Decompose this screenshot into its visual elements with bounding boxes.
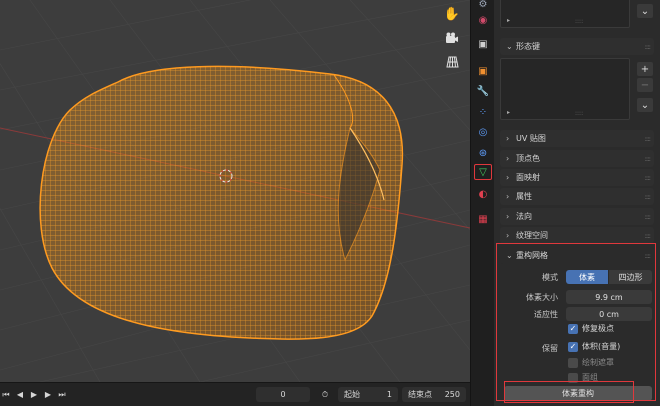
camera-icon[interactable] (442, 28, 462, 48)
step-back-icon[interactable]: ◀ (14, 388, 26, 402)
section-title: 面映射 (516, 173, 540, 182)
remesh-button-highlight-box (504, 381, 634, 403)
end-label: 结束点 (408, 390, 432, 399)
chevron-down-icon[interactable]: ⌄ (637, 98, 653, 112)
section-texture-space[interactable]: › 纹理空间 :::: (500, 227, 654, 244)
chevron-right-icon: › (506, 173, 510, 182)
section-title: UV 贴图 (516, 134, 546, 143)
section-title: 法向 (516, 212, 532, 221)
modifier-wrench-icon[interactable]: 🔧 (474, 83, 492, 99)
drag-handle-icon[interactable]: :::: (645, 193, 652, 201)
scene-tab-icon[interactable]: ◉ (474, 12, 492, 28)
stopwatch-icon[interactable]: ⏱ (318, 388, 332, 402)
start-label: 起始 (344, 390, 360, 399)
section-attributes[interactable]: › 属性 :::: (500, 188, 654, 205)
section-title: 属性 (516, 192, 532, 201)
list-expand-icon[interactable]: ▸ (507, 109, 510, 116)
grid-icon[interactable] (442, 52, 462, 72)
drag-handle-icon[interactable]: :::: (645, 213, 652, 221)
3d-viewport[interactable]: ✋ (0, 0, 470, 382)
mesh-data-tab-icon[interactable]: ▽ (474, 164, 492, 180)
object-tab-icon[interactable]: ▣ (474, 63, 492, 79)
shape-keys-list[interactable]: ▸ :::: (500, 58, 630, 120)
texture-tab-icon[interactable]: ▦ (474, 211, 492, 227)
section-vertex-colors[interactable]: › 顶点色 :::: (500, 150, 654, 167)
viewport-canvas (0, 0, 470, 382)
section-face-maps[interactable]: › 面映射 :::: (500, 169, 654, 186)
wireframe-mesh (39, 65, 404, 340)
end-value: 250 (444, 390, 460, 399)
jump-start-icon[interactable]: ⏮ (0, 388, 12, 402)
chevron-down-icon[interactable]: ⌄ (637, 4, 653, 18)
output-tab-icon[interactable]: ▣ (474, 36, 492, 52)
properties-tab-bar: ⚙ ◉ ▣ ▣ 🔧 ⁘ ◎ ⊛ ▽ ◐ ▦ (470, 0, 494, 406)
list-resize-handle[interactable]: :::: (575, 18, 583, 25)
section-uv-maps[interactable]: › UV 贴图 :::: (500, 130, 654, 147)
section-normals[interactable]: › 法向 :::: (500, 208, 654, 225)
section-title: 纹理空间 (516, 231, 548, 240)
remove-shape-key-button[interactable]: − (637, 78, 653, 92)
drag-handle-icon[interactable]: :::: (645, 232, 652, 240)
chevron-right-icon: › (506, 231, 510, 240)
vertex-groups-list[interactable]: ▸ :::: (500, 0, 630, 28)
add-shape-key-button[interactable]: + (637, 62, 653, 76)
chevron-right-icon: › (506, 212, 510, 221)
material-tab-icon[interactable]: ◐ (474, 186, 492, 202)
current-frame-field[interactable]: 0 (256, 387, 310, 402)
end-frame-field[interactable]: 结束点 250 (402, 387, 466, 402)
start-frame-field[interactable]: 起始 1 (338, 387, 398, 402)
section-title: 顶点色 (516, 154, 540, 163)
jump-end-icon[interactable]: ⏭ (56, 388, 68, 402)
chevron-right-icon: › (506, 192, 510, 201)
viewport-navigation: ✋ (442, 4, 462, 72)
section-title: 形态键 (516, 42, 540, 51)
chevron-down-icon: ⌄ (506, 42, 513, 51)
step-forward-icon[interactable]: ▶ (42, 388, 54, 402)
tool-tab-icon[interactable]: ⚙ (474, 0, 492, 12)
hand-icon[interactable]: ✋ (442, 4, 462, 24)
properties-panel: ▸ :::: ⌄ ⌄ 形态键 :::: ▸ :::: + − ⌄ › UV 贴图… (494, 0, 660, 406)
constraints-tab-icon[interactable]: ⊛ (474, 145, 492, 161)
drag-handle-icon[interactable]: :::: (645, 135, 652, 143)
physics-tab-icon[interactable]: ◎ (474, 124, 492, 140)
particles-tab-icon[interactable]: ⁘ (474, 104, 492, 120)
list-resize-handle[interactable]: :::: (575, 110, 583, 117)
section-shape-keys[interactable]: ⌄ 形态键 :::: (500, 38, 654, 55)
start-value: 1 (386, 390, 392, 399)
play-icon[interactable]: ▶ (28, 388, 40, 402)
drag-handle-icon[interactable]: :::: (645, 43, 652, 51)
chevron-right-icon: › (506, 154, 510, 163)
timeline-bar: ⏮ ◀ ▶ ▶ ⏭ 0 ⏱ 起始 1 结束点 250 (0, 382, 470, 406)
chevron-right-icon: › (506, 134, 510, 143)
remesh-highlight-box (496, 243, 656, 401)
list-expand-icon[interactable]: ▸ (507, 17, 510, 24)
drag-handle-icon[interactable]: :::: (645, 155, 652, 163)
drag-handle-icon[interactable]: :::: (645, 174, 652, 182)
